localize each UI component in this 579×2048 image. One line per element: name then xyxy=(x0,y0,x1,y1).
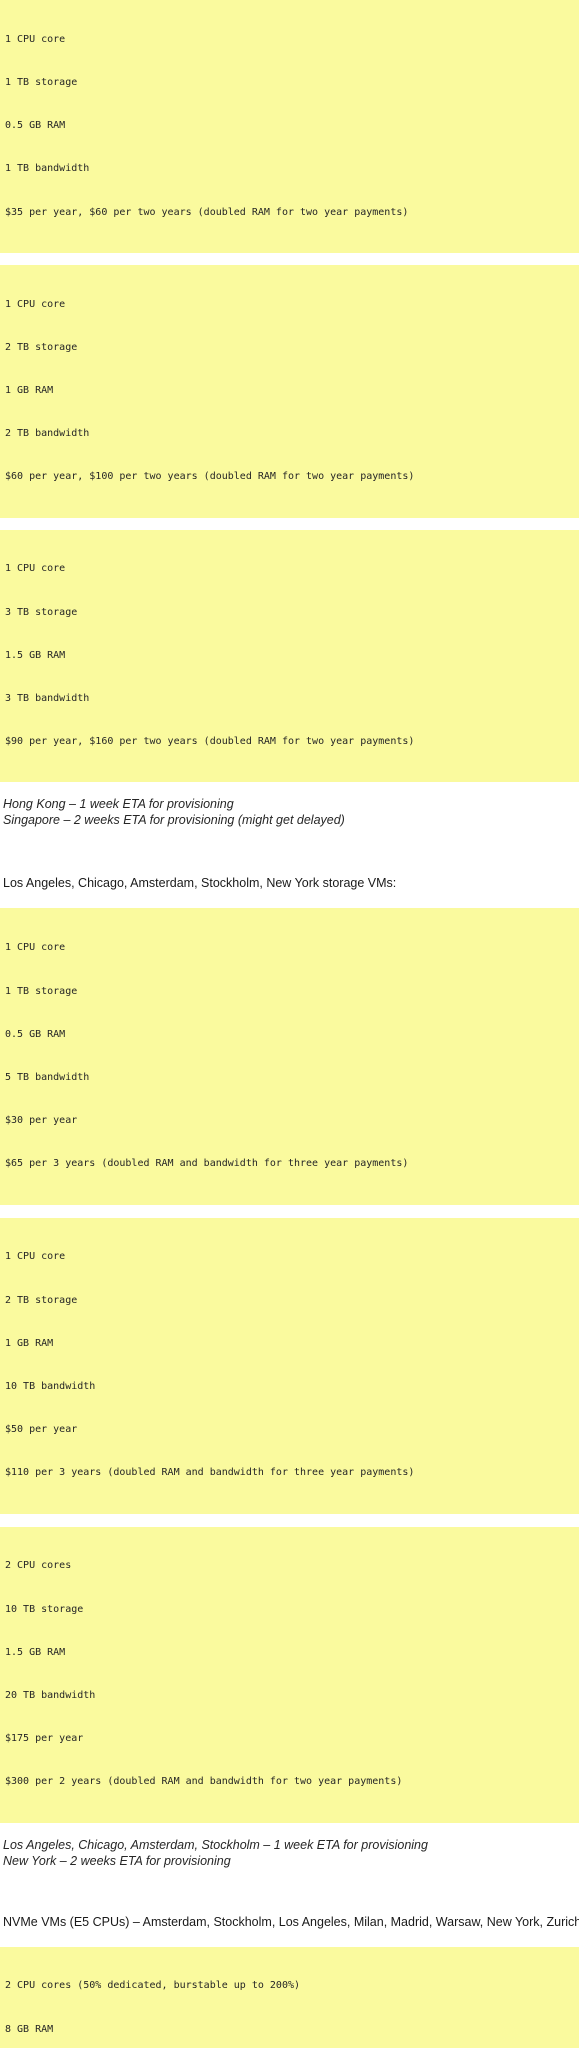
plan-spec-block: 1 CPU core 2 TB storage 1 GB RAM 10 TB b… xyxy=(0,1217,579,1514)
eta-note: Hong Kong – 1 week ETA for provisioning xyxy=(3,797,234,812)
eta-note: Singapore – 2 weeks ETA for provisioning… xyxy=(3,813,345,828)
plan-spec-block: 1 CPU core 2 TB storage 1 GB RAM 2 TB ba… xyxy=(0,264,579,518)
spec-line: 1.5 GB RAM xyxy=(5,649,66,661)
eta-note: New York – 2 weeks ETA for provisioning xyxy=(3,1853,231,1868)
spec-line: $175 per year xyxy=(5,1733,84,1745)
spec-line: 1 CPU core xyxy=(5,33,66,45)
plan-spec-block: 2 CPU cores (50% dedicated, burstable up… xyxy=(0,1946,579,2048)
spec-line: 1 CPU core xyxy=(5,298,66,310)
spec-line: 3 TB bandwidth xyxy=(5,693,90,705)
spec-line: 10 TB bandwidth xyxy=(5,1380,96,1392)
spec-line: 2 CPU cores xyxy=(5,1560,72,1572)
plan-spec-block: 2 CPU cores 10 TB storage 1.5 GB RAM 20 … xyxy=(0,1526,579,1823)
spec-line: 1 CPU core xyxy=(5,563,66,575)
spec-line: 3 TB storage xyxy=(5,606,78,618)
section-western-storage-vms: Los Angeles, Chicago, Amsterdam, Stockho… xyxy=(0,875,579,1868)
block-gap xyxy=(0,1514,579,1527)
spec-line: $35 per year, $60 per two years (doubled… xyxy=(5,206,409,218)
spec-line: 8 GB RAM xyxy=(5,2023,54,2035)
spec-line: 1 TB storage xyxy=(5,985,78,997)
section-nvme-vms: NVMe VMs (E5 CPUs) – Amsterdam, Stockhol… xyxy=(0,1914,579,2048)
spec-line: 1 TB storage xyxy=(5,77,78,89)
heading-gap xyxy=(0,1930,579,1947)
block-gap xyxy=(0,518,579,530)
section-heading: NVMe VMs (E5 CPUs) – Amsterdam, Stockhol… xyxy=(3,1914,579,1929)
eta-note-group: Hong Kong – 1 week ETA for provisioning … xyxy=(0,796,579,828)
spec-line: 1 GB RAM xyxy=(5,385,54,397)
spec-line: 1 GB RAM xyxy=(5,1337,54,1349)
plan-spec-block: 1 CPU core 3 TB storage 1.5 GB RAM 3 TB … xyxy=(0,529,579,783)
plan-spec-block: 1 CPU core 1 TB storage 0.5 GB RAM 5 TB … xyxy=(0,908,579,1205)
spec-line: 2 CPU cores (50% dedicated, burstable up… xyxy=(5,1980,301,1992)
eta-note: Los Angeles, Chicago, Amsterdam, Stockho… xyxy=(3,1837,428,1852)
spec-line: $60 per year, $100 per two years (double… xyxy=(5,471,415,483)
heading-gap xyxy=(0,891,579,908)
spec-line: $50 per year xyxy=(5,1424,78,1436)
spec-line: 2 TB bandwidth xyxy=(5,428,90,440)
spec-line: $65 per 3 years (doubled RAM and bandwid… xyxy=(5,1158,409,1170)
spec-line: $110 per 3 years (doubled RAM and bandwi… xyxy=(5,1467,415,1479)
block-gap xyxy=(0,1205,579,1218)
spec-line: $90 per year, $160 per two years (double… xyxy=(5,736,415,748)
spec-line: 1 TB bandwidth xyxy=(5,163,90,175)
spec-line: 1.5 GB RAM xyxy=(5,1646,66,1658)
plan-spec-block: 1 CPU core 1 TB storage 0.5 GB RAM 1 TB … xyxy=(0,0,579,253)
spec-line: 0.5 GB RAM xyxy=(5,1028,66,1040)
block-gap xyxy=(0,782,579,796)
block-gap xyxy=(0,1823,579,1837)
eta-note-group: Los Angeles, Chicago, Amsterdam, Stockho… xyxy=(0,1837,579,1869)
spec-line: 0.5 GB RAM xyxy=(5,120,66,132)
section-asia-storage-vms: 1 CPU core 1 TB storage 0.5 GB RAM 1 TB … xyxy=(0,0,579,828)
spec-line: 2 TB storage xyxy=(5,341,78,353)
spec-line: 2 TB storage xyxy=(5,1294,78,1306)
spec-line: $300 per 2 years (doubled RAM and bandwi… xyxy=(5,1776,403,1788)
spec-line: 20 TB bandwidth xyxy=(5,1689,96,1701)
spec-line: 1 CPU core xyxy=(5,1251,66,1263)
spec-line: $30 per year xyxy=(5,1115,78,1127)
spec-line: 1 CPU core xyxy=(5,942,66,954)
spec-line: 5 TB bandwidth xyxy=(5,1071,90,1083)
section-heading: Los Angeles, Chicago, Amsterdam, Stockho… xyxy=(3,876,397,891)
spec-line: 10 TB storage xyxy=(5,1603,84,1615)
pricing-page: 1 CPU core 1 TB storage 0.5 GB RAM 1 TB … xyxy=(0,0,579,2048)
block-gap xyxy=(0,253,579,265)
